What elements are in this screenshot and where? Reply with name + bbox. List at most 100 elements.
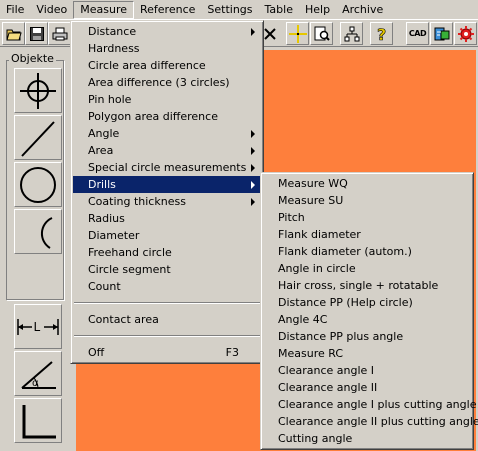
zoom-document-icon[interactable] bbox=[310, 22, 333, 45]
menu-item-label: Coating thickness bbox=[88, 195, 186, 208]
menu-item-label: Diameter bbox=[88, 229, 140, 242]
submenu-item-angle-in-circle[interactable]: Angle in circle bbox=[263, 260, 471, 277]
angle-icon: α bbox=[21, 360, 56, 389]
menu-item-label: Off bbox=[88, 346, 105, 359]
menu-item-coating-thickness[interactable]: Coating thickness bbox=[73, 193, 261, 210]
menu-measure[interactable]: Measure bbox=[73, 0, 134, 19]
menu-file[interactable]: File bbox=[0, 1, 30, 19]
length-tool-button[interactable]: L bbox=[14, 304, 62, 349]
menu-settings[interactable]: Settings bbox=[201, 1, 258, 19]
circle-tool-button[interactable] bbox=[14, 162, 62, 207]
menu-reference[interactable]: Reference bbox=[134, 1, 201, 19]
svg-text:?: ? bbox=[377, 25, 386, 43]
submenu-item-cutting-angle[interactable]: Cutting angle bbox=[263, 430, 471, 447]
menu-item-area-difference-3-circles[interactable]: Area difference (3 circles) bbox=[73, 74, 261, 91]
menu-item-label: Angle bbox=[88, 127, 120, 140]
submenu-item-flank-diameter[interactable]: Flank diameter bbox=[263, 226, 471, 243]
submenu-arrow-icon bbox=[251, 181, 255, 189]
menu-item-count[interactable]: Count bbox=[73, 278, 261, 295]
submenu-item-measure-su[interactable]: Measure SU bbox=[263, 192, 471, 209]
crosshair-icon[interactable] bbox=[286, 22, 309, 45]
export-icon[interactable] bbox=[430, 22, 453, 45]
length-icon: L bbox=[17, 318, 59, 335]
menu-item-label: Radius bbox=[88, 212, 125, 225]
menu-video[interactable]: Video bbox=[30, 1, 73, 19]
circle-icon bbox=[20, 166, 56, 203]
menu-item-label: Freehand circle bbox=[88, 246, 172, 259]
arc-tool-button[interactable] bbox=[14, 209, 62, 254]
arc-icon bbox=[40, 216, 53, 249]
menu-item-label: Area bbox=[88, 144, 114, 157]
menu-item-distance[interactable]: Distance bbox=[73, 23, 261, 40]
menu-item-special-circle-measurements[interactable]: Special circle measurements bbox=[73, 159, 261, 176]
corner-tool-button[interactable] bbox=[14, 398, 62, 443]
save-icon[interactable] bbox=[25, 22, 48, 45]
menu-table[interactable]: Table bbox=[259, 1, 299, 19]
menu-archive[interactable]: Archive bbox=[336, 1, 389, 19]
menu-item-pin-hole[interactable]: Pin hole bbox=[73, 91, 261, 108]
angle-tool-button[interactable]: α bbox=[14, 351, 62, 396]
menu-item-contact-area[interactable]: Contact area bbox=[73, 311, 261, 328]
menu-item-label: Area difference (3 circles) bbox=[88, 76, 230, 89]
network-icon[interactable] bbox=[340, 22, 363, 45]
cad-label: CAD bbox=[408, 29, 427, 38]
menu-item-freehand-circle[interactable]: Freehand circle bbox=[73, 244, 261, 261]
submenu-arrow-icon bbox=[251, 198, 255, 206]
measure-menu: Distance Hardness Circle area difference Ar… bbox=[70, 20, 264, 364]
menu-bar: File Video Measure Reference Settings Ta… bbox=[0, 0, 478, 20]
point-tool-button[interactable] bbox=[14, 68, 62, 113]
objects-panel: Objekte L α bbox=[0, 48, 68, 451]
menu-item-label: Drills bbox=[88, 178, 116, 191]
submenu-item-angle-4c[interactable]: Angle 4C bbox=[263, 311, 471, 328]
menu-item-label: Circle segment bbox=[88, 263, 171, 276]
menu-item-radius[interactable]: Radius bbox=[73, 210, 261, 227]
submenu-item-pitch[interactable]: Pitch bbox=[263, 209, 471, 226]
menu-item-angle[interactable]: Angle bbox=[73, 125, 261, 142]
submenu-item-flank-diameter-autom[interactable]: Flank diameter (autom.) bbox=[263, 243, 471, 260]
length-label: L bbox=[34, 320, 41, 334]
menu-item-circle-segment[interactable]: Circle segment bbox=[73, 261, 261, 278]
shortcut-label: F3 bbox=[225, 346, 239, 359]
menu-item-label: Circle area difference bbox=[88, 59, 206, 72]
submenu-arrow-icon bbox=[251, 130, 255, 138]
submenu-arrow-icon bbox=[251, 147, 255, 155]
corner-icon bbox=[22, 404, 56, 438]
open-folder-icon[interactable] bbox=[2, 22, 25, 45]
menu-item-label: Count bbox=[88, 280, 121, 293]
submenu-item-hair-cross-single-rotatable[interactable]: Hair cross, single + rotatable bbox=[263, 277, 471, 294]
submenu-item-measure-wq[interactable]: Measure WQ bbox=[263, 175, 471, 192]
menu-item-drills[interactable]: Drills bbox=[73, 176, 261, 193]
menu-item-polygon-area-difference[interactable]: Polygon area difference bbox=[73, 108, 261, 125]
line-icon bbox=[21, 120, 55, 157]
help-icon[interactable]: ? bbox=[370, 22, 393, 45]
menu-item-off[interactable]: Off F3 bbox=[73, 344, 261, 361]
crosshair-point-icon bbox=[20, 72, 56, 109]
menu-item-circle-area-difference[interactable]: Circle area difference bbox=[73, 57, 261, 74]
menu-separator bbox=[74, 335, 260, 337]
submenu-item-distance-pp-plus-angle[interactable]: Distance PP plus angle bbox=[263, 328, 471, 345]
angle-label: α bbox=[32, 378, 39, 389]
menu-item-label: Polygon area difference bbox=[88, 110, 218, 123]
menu-item-label: Distance bbox=[88, 25, 137, 38]
submenu-item-clearance-angle-i[interactable]: Clearance angle I bbox=[263, 362, 471, 379]
menu-item-area[interactable]: Area bbox=[73, 142, 261, 159]
menu-help[interactable]: Help bbox=[299, 1, 336, 19]
menu-separator bbox=[74, 302, 260, 304]
menu-item-hardness[interactable]: Hardness bbox=[73, 40, 261, 57]
settings-gear-icon[interactable] bbox=[454, 22, 477, 45]
submenu-item-clearance-angle-ii[interactable]: Clearance angle II bbox=[263, 379, 471, 396]
submenu-item-clearance-angle-ii-plus-cutting-angle[interactable]: Clearance angle II plus cutting angle bbox=[263, 413, 478, 430]
submenu-arrow-icon bbox=[251, 28, 255, 36]
line-tool-button[interactable] bbox=[14, 115, 62, 160]
cad-icon[interactable]: CAD bbox=[406, 22, 429, 45]
submenu-item-measure-rc[interactable]: Measure RC bbox=[263, 345, 471, 362]
print-icon[interactable] bbox=[48, 22, 71, 45]
menu-item-label: Contact area bbox=[88, 313, 159, 326]
menu-item-diameter[interactable]: Diameter bbox=[73, 227, 261, 244]
drills-submenu: Measure WQ Measure SU Pitch Flank diameter F… bbox=[260, 172, 478, 450]
submenu-arrow-icon bbox=[251, 164, 255, 172]
submenu-item-clearance-angle-i-plus-cutting-angle[interactable]: Clearance angle I plus cutting angle bbox=[263, 396, 476, 413]
submenu-item-distance-pp-help-circle[interactable]: Distance PP (Help circle) bbox=[263, 294, 471, 311]
objects-group-label: Objekte bbox=[9, 52, 56, 65]
menu-item-label: Special circle measurements bbox=[88, 161, 247, 174]
